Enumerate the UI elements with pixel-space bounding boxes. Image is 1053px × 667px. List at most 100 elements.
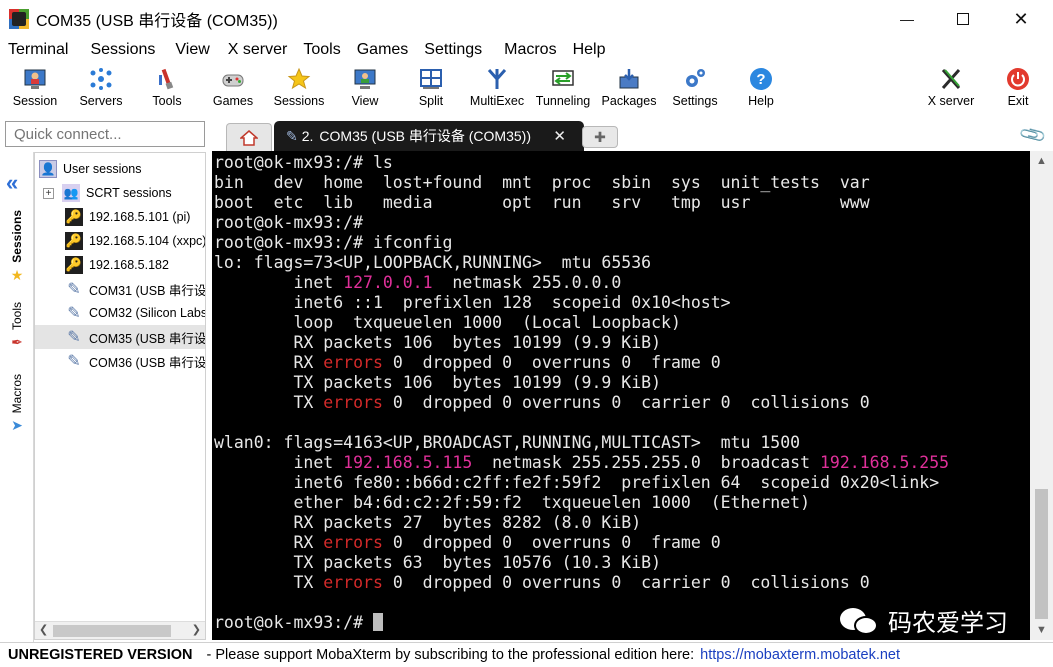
help-button[interactable]: ? Help — [728, 64, 794, 116]
terminal-text: inet — [214, 453, 344, 472]
side-tab-tools[interactable]: Tools ✒ — [3, 302, 31, 351]
minimize-button[interactable]: — — [884, 0, 930, 38]
servers-button[interactable]: Servers — [68, 64, 134, 116]
multiexec-button[interactable]: MultiExec — [464, 64, 530, 116]
terminal-line: boot etc lib media opt run srv tmp usr w… — [214, 193, 870, 213]
expand-icon[interactable]: + — [43, 187, 54, 199]
tab-com35[interactable]: ✎ 2. COM35 (USB 串行设备 (COM35)) ✕ — [274, 121, 584, 151]
scroll-up-icon[interactable]: ▲ — [1036, 155, 1047, 167]
terminal-text: netmask 255.0.0.0 — [432, 273, 622, 292]
close-icon: ✕ — [1013, 8, 1029, 29]
menu-terminal[interactable]: Terminal — [0, 41, 76, 59]
serial-icon: ✎ — [67, 281, 81, 298]
settings-button[interactable]: Settings — [662, 64, 728, 116]
scroll-down-icon[interactable]: ▼ — [1036, 624, 1047, 636]
mobaxterm-link[interactable]: https://mobaxterm.mobatek.net — [700, 647, 900, 663]
menu-view[interactable]: View — [167, 41, 217, 59]
side-tab-macros[interactable]: Macros ➤ — [3, 374, 31, 434]
terminal-text: loop txqueuelen 1000 (Local Loopback) — [214, 313, 681, 332]
menu-macros[interactable]: Macros — [496, 41, 564, 59]
quick-connect-input[interactable] — [5, 121, 205, 147]
collapse-sidebar-icon[interactable]: « — [6, 170, 18, 196]
menu-tools[interactable]: Tools — [295, 41, 348, 59]
games-button[interactable]: Games — [200, 64, 266, 116]
menu-games[interactable]: Games — [349, 41, 417, 59]
games-icon — [222, 74, 244, 87]
session-label: Session — [12, 94, 58, 108]
tree-item-scrt-sessions[interactable]: + 👥 SCRT sessions — [35, 181, 205, 205]
tree-item-com36[interactable]: ✎ COM36 (USB 串行设备 (COM36)) — [35, 349, 205, 373]
tunneling-button[interactable]: Tunneling — [530, 64, 596, 116]
tree-item-label: 192.168.5.104 (xxpc) — [89, 234, 206, 248]
tree-item-ssh-182[interactable]: 🔑 192.168.5.182 — [35, 253, 205, 277]
home-tab[interactable] — [226, 123, 272, 151]
star-icon: ★ — [10, 266, 24, 283]
wechat-icon — [840, 606, 880, 636]
terminal-line: inet 192.168.5.115 netmask 255.255.255.0… — [214, 453, 949, 473]
tree-item-label: COM31 (USB 串行设备 (COM31)) — [89, 283, 206, 298]
tree-item-ssh-104[interactable]: 🔑 192.168.5.104 (xxpc) — [35, 229, 206, 253]
ssh-key-icon: 🔑 — [65, 256, 83, 274]
maximize-button[interactable] — [940, 0, 986, 38]
packages-icon — [619, 69, 639, 89]
paperclip-icon[interactable]: 📎 — [1018, 120, 1048, 150]
menu-x-server[interactable]: X server — [220, 41, 296, 59]
tools-button[interactable]: Tools — [134, 64, 200, 116]
tree-item-com32[interactable]: ✎ COM32 (Silicon Labs) — [35, 301, 205, 325]
star-icon — [287, 67, 311, 90]
tree-item-ssh-101[interactable]: 🔑 192.168.5.101 (pi) — [35, 205, 205, 229]
terminal-text: TX packets 106 bytes 10199 (9.9 KiB) — [214, 373, 662, 392]
terminal-view[interactable]: root@ok-mx93:/# TX errors 0 dropped 0 ov… — [212, 151, 1030, 640]
side-tab-sessions[interactable]: Sessions ★ — [3, 210, 31, 284]
menu-sessions[interactable]: Sessions — [82, 41, 163, 59]
tools-icon: ✒ — [11, 334, 23, 351]
terminal-line: ether b4:6d:c2:2f:59:f2 txqueuelen 1000 … — [214, 493, 810, 513]
terminal-vertical-scrollbar[interactable]: ▲ ▼ — [1030, 151, 1053, 640]
home-icon — [240, 129, 258, 146]
menu-help[interactable]: Help — [565, 41, 614, 59]
mobaxterm-app-icon — [9, 9, 29, 29]
send-icon: ➤ — [11, 417, 23, 434]
view-label: View — [351, 94, 379, 108]
new-tab-button[interactable]: ✚ — [582, 126, 618, 148]
scroll-right-icon[interactable]: ❯ — [192, 623, 201, 636]
terminal-line: wlan0: flags=4163<UP,BROADCAST,RUNNING,M… — [214, 433, 800, 453]
terminal-text: RX packets 27 bytes 8282 (8.0 KiB) — [214, 513, 642, 532]
exit-button[interactable]: Exit — [985, 64, 1051, 116]
terminal-line: inet 127.0.0.1 netmask 255.0.0.0 — [214, 273, 621, 293]
tree-item-com35[interactable]: ✎ COM35 (USB 串行设备 (COM35)) — [35, 325, 205, 349]
window-title: COM35 (USB 串行设备 (COM35)) — [36, 13, 278, 30]
split-button[interactable]: Split — [398, 64, 464, 116]
view-button[interactable]: View — [332, 64, 398, 116]
terminal-text: TX packets 63 bytes 10576 (10.3 KiB) — [214, 553, 662, 572]
games-label: Games — [212, 94, 254, 108]
terminal-text: inet — [214, 273, 344, 292]
terminal-line: loop txqueuelen 1000 (Local Loopback) — [214, 313, 681, 333]
minimize-icon: — — [900, 11, 914, 27]
packages-button[interactable]: Packages — [596, 64, 662, 116]
serial-icon: ✎ — [67, 353, 81, 370]
terminal-text: RX — [214, 533, 324, 552]
x-server-button[interactable]: X server — [918, 64, 984, 116]
terminal-text: errors — [323, 353, 383, 372]
session-button[interactable]: Session — [2, 64, 68, 116]
tree-item-user-sessions[interactable]: 👤 User sessions — [35, 157, 205, 181]
close-window-button[interactable]: ✕ — [998, 0, 1044, 38]
scrollbar-thumb[interactable] — [53, 625, 171, 637]
user-sessions-icon: 👤 — [39, 160, 57, 178]
terminal-line: root@ok-mx93:/# ifconfig — [214, 233, 452, 253]
tab-close-icon[interactable]: ✕ — [553, 127, 566, 145]
tree-item-com31[interactable]: ✎ COM31 (USB 串行设备 (COM31)) — [35, 277, 206, 301]
help-label: Help — [748, 94, 774, 108]
terminal-line: inet6 fe80::b66d:c2ff:fe2f:59f2 prefixle… — [214, 473, 939, 493]
terminal-line: TX errors 0 dropped 0 overruns 0 carrier… — [214, 393, 869, 413]
terminal-line: RX errors 0 dropped 0 overruns 0 frame 0 — [214, 353, 720, 373]
scrollbar-thumb[interactable] — [1035, 489, 1048, 619]
servers-label: Servers — [79, 94, 123, 108]
scroll-left-icon[interactable]: ❮ — [39, 623, 48, 636]
side-tab-tools-label: Tools — [10, 302, 24, 331]
plus-icon: ✚ — [594, 128, 606, 145]
tree-horizontal-scrollbar[interactable]: ❮ ❯ — [35, 621, 205, 639]
menu-settings[interactable]: Settings — [416, 41, 490, 59]
sessions-button[interactable]: Sessions — [266, 64, 332, 116]
